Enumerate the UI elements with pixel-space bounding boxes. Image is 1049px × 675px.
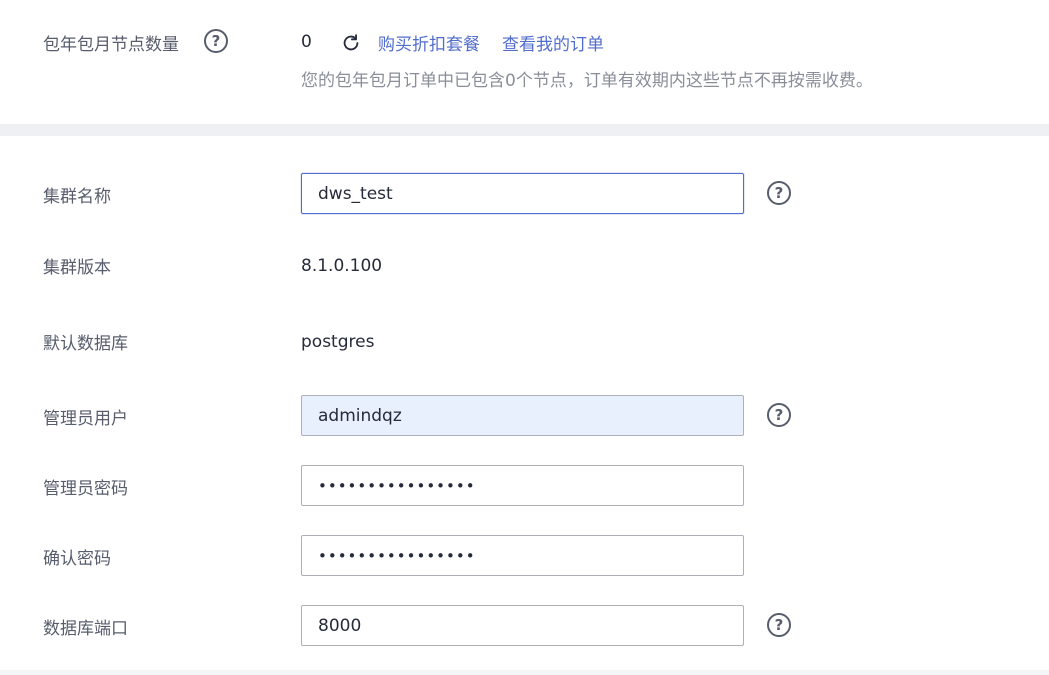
- view-my-orders-link[interactable]: 查看我的订单: [502, 30, 604, 55]
- yearly-node-hint: 您的包年包月订单中已包含0个节点，订单有效期内这些节点不再按需收费。: [301, 71, 873, 91]
- yearly-node-count-value: 0: [301, 32, 312, 52]
- admin-password-label: 管理员密码: [43, 479, 128, 499]
- cluster-version-label: 集群版本: [43, 258, 111, 278]
- admin-user-input[interactable]: [301, 395, 744, 436]
- yearly-node-count-label: 包年包月节点数量: [43, 35, 179, 55]
- default-database-label: 默认数据库: [43, 334, 128, 354]
- help-icon[interactable]: ?: [767, 181, 791, 205]
- admin-user-label: 管理员用户: [43, 409, 128, 429]
- yearly-node-section: 包年包月节点数量 ? 0 购买折扣套餐 查看我的订单 您的包年包月订单中已包含0…: [0, 0, 1049, 124]
- admin-password-input[interactable]: [301, 465, 744, 506]
- default-database-value: postgres: [301, 332, 375, 352]
- buy-discount-package-link[interactable]: 购买折扣套餐: [378, 30, 480, 55]
- cluster-name-input[interactable]: [301, 173, 744, 214]
- cluster-config-form: 集群名称 ? 集群版本 8.1.0.100 默认数据库 postgres 管理员…: [0, 136, 1049, 675]
- help-icon[interactable]: ?: [204, 29, 228, 53]
- cluster-name-label: 集群名称: [43, 187, 111, 207]
- cluster-version-value: 8.1.0.100: [301, 256, 383, 276]
- section-divider: [0, 124, 1049, 136]
- database-port-label: 数据库端口: [43, 619, 128, 639]
- confirm-password-label: 确认密码: [43, 549, 111, 569]
- help-icon[interactable]: ?: [767, 403, 791, 427]
- help-icon[interactable]: ?: [767, 613, 791, 637]
- database-port-input[interactable]: [301, 605, 744, 646]
- bottom-divider: [0, 670, 1049, 675]
- confirm-password-input[interactable]: [301, 535, 744, 576]
- refresh-icon[interactable]: [340, 32, 362, 54]
